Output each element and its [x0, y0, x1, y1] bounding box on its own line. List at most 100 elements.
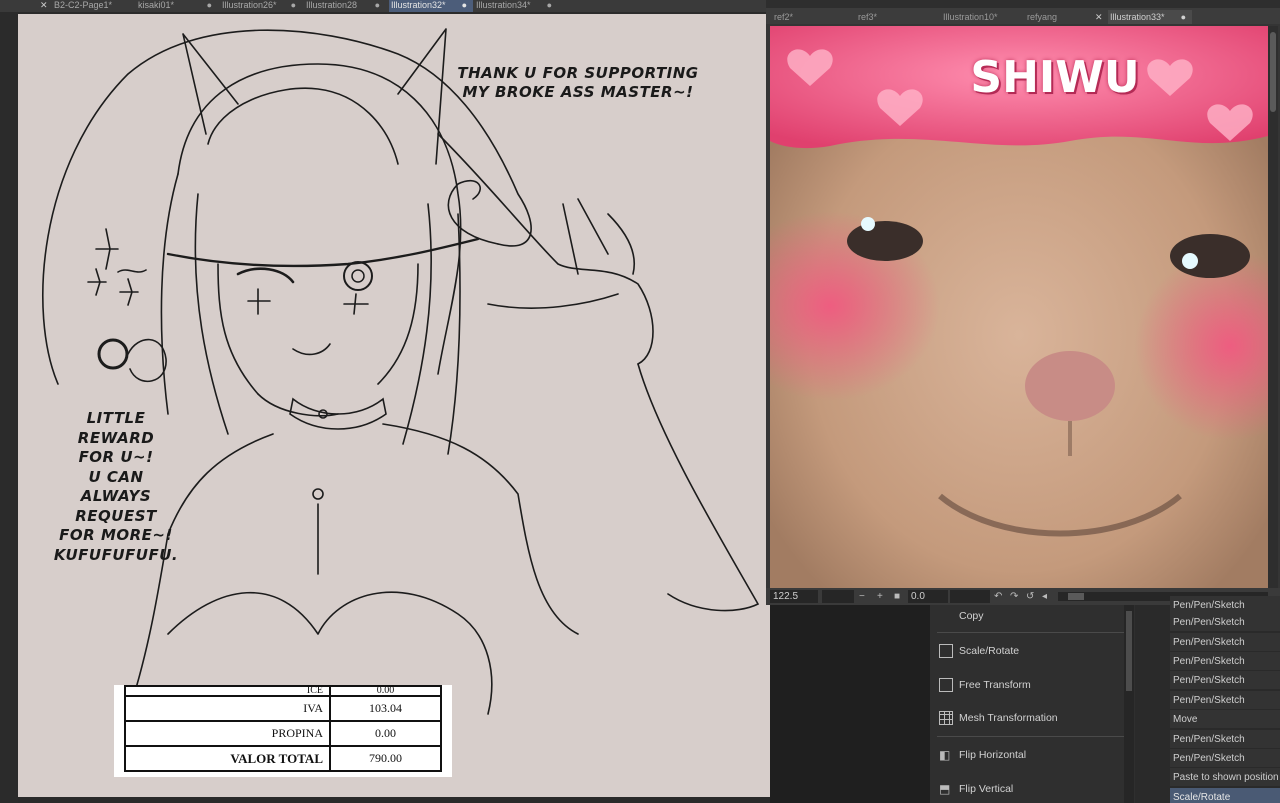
menu-item-label: Scale/Rotate: [959, 645, 1020, 657]
unsaved-dot-icon: ●: [206, 0, 212, 10]
image-caption-text: SHIWU: [970, 52, 1140, 103]
tab-illustration28[interactable]: Illustration28 ●: [304, 0, 386, 12]
unsaved-dot-icon: ●: [1180, 12, 1186, 22]
receipt-label: ICE: [124, 685, 331, 697]
menu-item-label: Free Transform: [959, 679, 1031, 691]
speech-line: ALWAYS: [80, 487, 152, 505]
history-item[interactable]: Pen/Pen/Sketch: [1170, 749, 1280, 768]
speech-line: THANK U FOR SUPPORTING: [457, 64, 699, 82]
history-item[interactable]: Pen/Pen/Sketch: [1170, 691, 1280, 710]
document-tab-bar: ✕ B2-C2-Page1* kisaki01* ● Illustration26…: [0, 0, 766, 12]
reference-tab-bar: ref2* ref3* Illustration10* refyang ✕ Il…: [766, 8, 1280, 24]
menu-item-label: Copy: [959, 610, 984, 622]
tab-label: ref2*: [774, 12, 794, 22]
zoom-field[interactable]: 122.5: [770, 590, 818, 603]
flip-vertical-icon: ⬒: [939, 782, 951, 796]
pasted-receipt: ICE 0.00 IVA 103.04 PROPINA 0.00 VALOR T…: [114, 685, 452, 777]
copy-icon: [939, 609, 953, 623]
speech-line: MY BROKE ASS MASTER~!: [462, 83, 694, 101]
scroll-thumb[interactable]: [1126, 611, 1132, 691]
tab-label: kisaki01*: [138, 0, 175, 10]
sub-view-window: ref2* ref3* Illustration10* refyang ✕ Il…: [766, 0, 1280, 605]
tab-b2-c2-page1[interactable]: B2-C2-Page1*: [52, 0, 134, 12]
tab-ref2[interactable]: ref2*: [772, 10, 856, 24]
history-item[interactable]: Pen/Pen/Sketch: [1170, 652, 1280, 671]
fit-square-icon[interactable]: ■: [894, 588, 900, 605]
menu-item-free-transform[interactable]: Free Transform: [937, 670, 1125, 700]
tab-illustration26[interactable]: Illustration26* ●: [220, 0, 302, 12]
table-row: PROPINA 0.00: [124, 720, 442, 747]
menu-item-mesh-transformation[interactable]: Mesh Transformation: [937, 703, 1125, 733]
tab-label: Illustration34*: [476, 0, 531, 10]
menu-item-copy[interactable]: Copy: [937, 601, 1125, 631]
history-item[interactable]: Pen/Pen/Sketch: [1170, 633, 1280, 652]
table-row: VALOR TOTAL 790.00: [124, 745, 442, 772]
menu-item-flip-horizontal[interactable]: ◧ Flip Horizontal: [937, 740, 1125, 770]
zoom-in-icon[interactable]: +: [877, 588, 883, 605]
window-title-bar: [766, 0, 1280, 8]
speech-line: FOR MORE~!: [59, 526, 173, 544]
history-item[interactable]: Pen/Pen/Sketch: [1170, 613, 1280, 632]
canvas-status-bar: [18, 797, 770, 803]
history-item-selected[interactable]: Scale/Rotate: [1170, 788, 1280, 803]
speech-line: U CAN: [88, 467, 144, 486]
cat-photo: [770, 26, 1268, 588]
table-row: ICE 0.00: [124, 685, 442, 697]
history-panel: Pen/Pen/Sketch Pen/Pen/Sketch Pen/Pen/Sk…: [1135, 596, 1280, 803]
reference-scrollbar[interactable]: [1268, 26, 1278, 588]
tab-label: Illustration26*: [222, 0, 277, 10]
speech-text-top: THANK U FOR SUPPORTING MY BROKE ASS MAST…: [448, 64, 708, 102]
scale-rotate-icon: [939, 644, 953, 658]
close-tab-icon[interactable]: ✕: [38, 0, 48, 12]
unsaved-dot-icon: ●: [546, 0, 552, 10]
zoom-slider[interactable]: [822, 590, 854, 603]
menu-separator: [937, 632, 1125, 633]
speech-text-left: LITTLE REWARD FOR U~! U CAN ALWAYS REQUE…: [46, 409, 186, 565]
receipt-value: 0.00: [329, 720, 442, 747]
tab-ref3[interactable]: ref3*: [856, 10, 940, 24]
receipt-table: ICE 0.00 IVA 103.04 PROPINA 0.00 VALOR T…: [124, 685, 442, 772]
speech-line: KUFUFUFUFU.: [53, 545, 179, 564]
receipt-label: PROPINA: [124, 720, 331, 747]
scroll-thumb[interactable]: [1270, 32, 1276, 112]
tab-illustration34[interactable]: Illustration34* ●: [474, 0, 558, 12]
tab-label: B2-C2-Page1*: [54, 0, 113, 10]
reference-image[interactable]: SHIWU: [770, 26, 1268, 588]
tab-illustration33[interactable]: Illustration33* ●: [1108, 10, 1192, 24]
receipt-label: IVA: [124, 695, 331, 722]
history-item[interactable]: Move: [1170, 710, 1280, 729]
tab-label: Illustration10*: [943, 12, 998, 22]
unsaved-dot-icon: ●: [374, 0, 380, 10]
menu-scrollbar[interactable]: [1124, 605, 1134, 803]
tab-illustration32[interactable]: Illustration32* ●: [389, 0, 473, 12]
menu-item-label: Mesh Transformation: [959, 712, 1058, 724]
menu-item-flip-vertical[interactable]: ⬒ Flip Vertical: [937, 774, 1125, 803]
history-item[interactable]: Pen/Pen/Sketch: [1170, 671, 1280, 690]
receipt-value: 790.00: [329, 745, 442, 772]
speech-line: FOR U~!: [78, 448, 154, 466]
close-tab-icon[interactable]: ✕: [1093, 10, 1103, 24]
menu-item-label: Flip Horizontal: [959, 749, 1027, 761]
tab-label: Illustration32*: [391, 0, 446, 10]
history-item[interactable]: Paste to shown position: [1170, 768, 1280, 787]
unsaved-dot-icon: ●: [290, 0, 296, 10]
tab-illustration10[interactable]: Illustration10*: [941, 10, 1025, 24]
free-transform-icon: [939, 678, 953, 692]
flip-horizontal-icon: ◧: [939, 748, 951, 762]
tab-label: Illustration28: [306, 0, 358, 10]
receipt-label: VALOR TOTAL: [124, 745, 331, 772]
drawing-canvas[interactable]: THANK U FOR SUPPORTING MY BROKE ASS MAST…: [18, 14, 770, 798]
tab-label: ref3*: [858, 12, 878, 22]
empty-panel-area: [770, 605, 930, 803]
mesh-transform-icon: [939, 711, 953, 725]
menu-separator: [937, 736, 1125, 737]
zoom-out-icon[interactable]: −: [859, 588, 865, 605]
receipt-value: 103.04: [329, 695, 442, 722]
tab-label: Illustration33*: [1110, 12, 1165, 22]
history-item[interactable]: Pen/Pen/Sketch: [1170, 730, 1280, 749]
scroll-thumb[interactable]: [1068, 593, 1084, 600]
tab-kisaki01[interactable]: kisaki01* ●: [136, 0, 218, 12]
menu-item-scale-rotate[interactable]: Scale/Rotate: [937, 636, 1125, 666]
line-art-drawing: [42, 28, 760, 715]
unsaved-dot-icon: ●: [461, 0, 467, 10]
